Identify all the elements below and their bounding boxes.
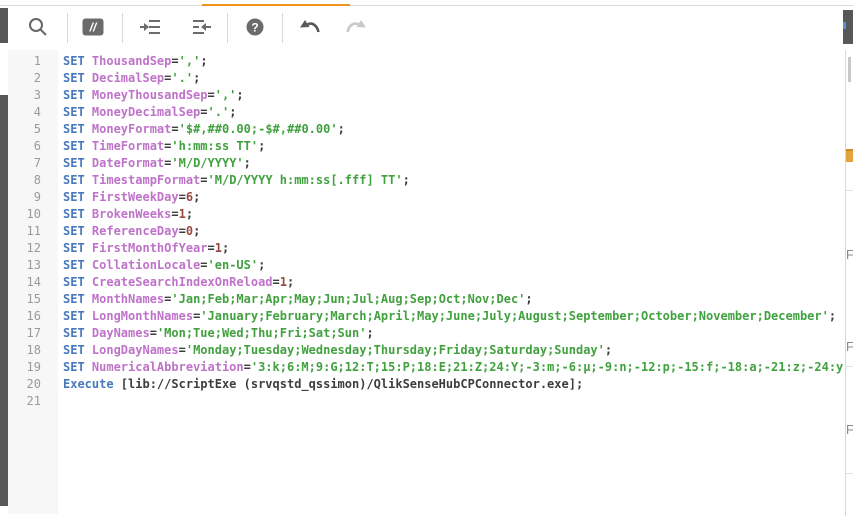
code-line[interactable]: SET FirstMonthOfYear=1;	[63, 240, 845, 257]
left-panel-edge-top	[0, 8, 8, 43]
line-number: 8	[33, 173, 41, 187]
toolbar-divider	[282, 13, 283, 43]
search-icon	[27, 16, 49, 41]
right-panel-row-divider	[846, 366, 853, 367]
toolbar-divider	[227, 13, 228, 43]
help-button[interactable]: ?	[239, 12, 271, 44]
line-number: 18	[26, 343, 41, 357]
line-number: 15	[26, 292, 41, 306]
code-line[interactable]: SET ReferenceDay=0;	[63, 223, 845, 240]
code-line[interactable]: SET DayNames='Mon;Tue;Wed;Thu;Fri;Sat;Su…	[63, 325, 845, 342]
code-line[interactable]: SET DecimalSep='.';	[63, 70, 845, 87]
code-line[interactable]: SET ThousandSep=',';	[63, 53, 845, 70]
line-number: 17	[26, 326, 41, 340]
undo-button[interactable]	[294, 12, 326, 44]
line-number: 9	[33, 190, 41, 204]
line-number: 20	[26, 377, 41, 391]
line-number: 7	[33, 156, 41, 170]
indent-button[interactable]	[135, 12, 167, 44]
line-number: 10	[26, 207, 41, 221]
code-line[interactable]: SET MoneyFormat='$#,##0.00;-$#,##0.00';	[63, 121, 845, 138]
svg-text:?: ?	[251, 20, 258, 34]
code-line[interactable]: SET CollationLocale='en-US';	[63, 257, 845, 274]
line-number: 13	[26, 258, 41, 272]
code-line[interactable]: SET LongMonthNames='January;February;Mar…	[63, 308, 845, 325]
code-line[interactable]: SET MonthNames='Jan;Feb;Mar;Apr;May;Jun;…	[63, 291, 845, 308]
undo-icon	[298, 16, 322, 41]
toolbar-divider	[122, 13, 123, 43]
line-number: 3	[33, 88, 41, 102]
code-line[interactable]: SET LongDayNames='Monday;Tuesday;Wednesd…	[63, 342, 845, 359]
code-line[interactable]: SET FirstWeekDay=6;	[63, 189, 845, 206]
line-number-gutter: 1 2 3 4 5 6 7 8 9 10 11 12 13 14 15 16 17 18 19 20 21	[8, 50, 58, 514]
code-line[interactable]: SET NumericalAbbreviation='3:k;6:M;9:G;1…	[63, 359, 845, 376]
comment-button[interactable]: //	[77, 12, 109, 44]
line-number: 11	[26, 224, 41, 238]
comment-icon: //	[82, 16, 104, 41]
redo-button	[340, 12, 372, 44]
code-line[interactable]: Execute [lib://ScriptExe (srvqstd_qssimo…	[63, 376, 845, 393]
connection-row-fragment: F	[846, 340, 853, 354]
line-number: 14	[26, 275, 41, 289]
left-panel-edge	[0, 95, 8, 506]
right-panel-row-divider	[846, 190, 853, 191]
connection-row-fragment: F	[846, 423, 853, 437]
line-number: 19	[26, 360, 41, 374]
outdent-icon	[191, 16, 213, 41]
code-line[interactable]: SET CreateSearchIndexOnReload=1;	[63, 274, 845, 291]
code-line[interactable]: SET TimeFormat='h:mm:ss TT';	[63, 138, 845, 155]
connection-row-fragment: F	[846, 248, 853, 262]
code-line[interactable]: SET MoneyThousandSep=',';	[63, 87, 845, 104]
help-icon: ?	[245, 17, 265, 40]
code-line[interactable]: SET TimestampFormat='M/D/YYYY h:mm:ss[.f…	[63, 172, 845, 189]
line-number: 6	[33, 139, 41, 153]
editor-toolbar: // ?	[8, 6, 845, 51]
right-panel-divider	[845, 50, 846, 516]
line-number: 12	[26, 241, 41, 255]
line-number: 4	[33, 105, 41, 119]
data-load-editor: // ? 1 2 3 4 5 6 7 8 9 10 11 12 13 14 15…	[0, 0, 853, 516]
code-area[interactable]: SET ThousandSep=','; SET DecimalSep='.'; S…	[58, 50, 845, 514]
line-number: 16	[26, 309, 41, 323]
code-line[interactable]: SET DateFormat='M/D/YYYY';	[63, 155, 845, 172]
line-number: 5	[33, 122, 41, 136]
redo-icon	[344, 16, 368, 41]
line-number: 21	[26, 394, 41, 408]
line-number: 2	[33, 71, 41, 85]
toolbar-divider	[67, 13, 68, 43]
outdent-button[interactable]	[186, 12, 218, 44]
code-line[interactable]: SET BrokenWeeks=1;	[63, 206, 845, 223]
right-panel-scrollbar[interactable]	[848, 57, 851, 82]
right-panel-row-divider	[846, 473, 853, 474]
indent-icon	[140, 16, 162, 41]
code-line[interactable]: SET MoneyDecimalSep='.';	[63, 104, 845, 121]
line-number: 1	[33, 54, 41, 68]
code-line[interactable]	[63, 393, 845, 410]
connection-icon-fragment	[846, 149, 853, 162]
right-panel-header-accent	[843, 22, 846, 29]
search-button[interactable]	[22, 12, 54, 44]
